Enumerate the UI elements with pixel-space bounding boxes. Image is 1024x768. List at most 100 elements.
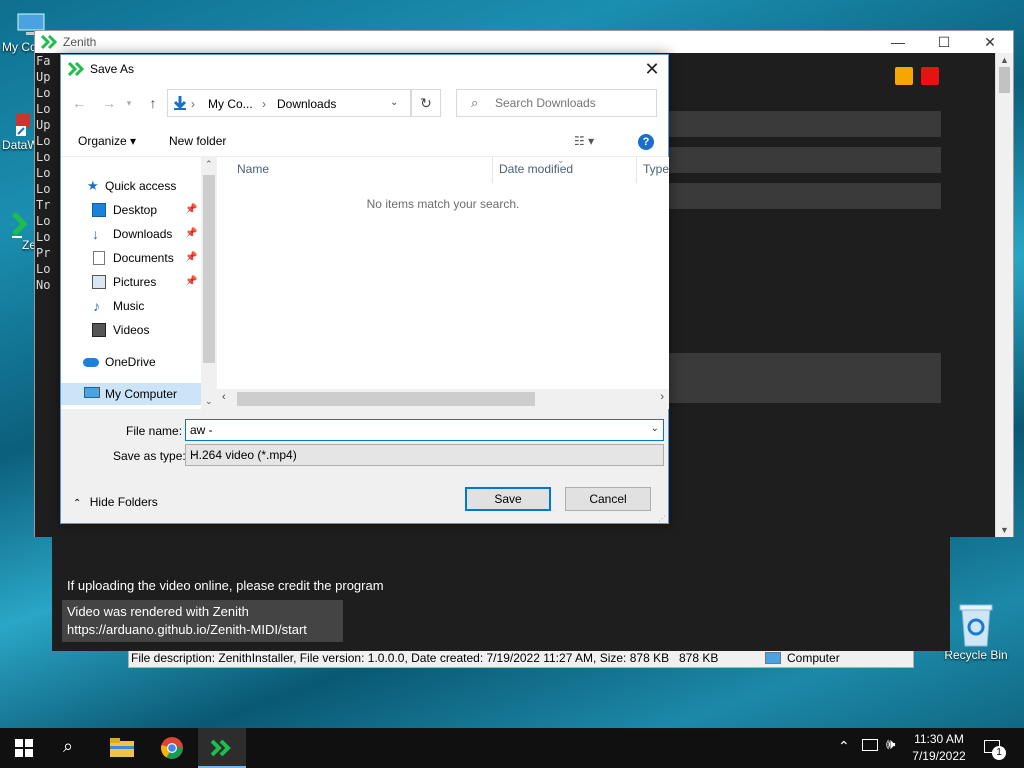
- breadcrumb-item[interactable]: My Co...: [208, 97, 253, 111]
- scroll-right-icon[interactable]: ›: [660, 391, 664, 403]
- location-label: Computer: [787, 651, 840, 665]
- scroll-up-icon[interactable]: ▲: [1000, 55, 1009, 65]
- desktop-icon-label: Recycle Bin: [944, 648, 1008, 662]
- nav-item-downloads[interactable]: ↓ Downloads 📌: [61, 223, 201, 245]
- scroll-down-icon[interactable]: ▼: [1000, 525, 1009, 535]
- scroll-down-icon[interactable]: ⌄: [205, 396, 213, 407]
- desktop-icon-recycle-bin[interactable]: Recycle Bin: [944, 602, 1008, 662]
- pin-icon: 📌: [185, 276, 198, 287]
- orange-color-button[interactable]: [895, 67, 913, 85]
- refresh-button[interactable]: ↻: [411, 89, 441, 117]
- column-separator[interactable]: [636, 157, 637, 183]
- zenith-taskbar-button[interactable]: [198, 728, 246, 768]
- scroll-thumb[interactable]: [203, 175, 215, 363]
- hide-folders-toggle[interactable]: ⌃ Hide Folders: [73, 495, 158, 509]
- nav-item-my-computer[interactable]: My Computer: [61, 383, 201, 405]
- zenith-scrollbar[interactable]: ▲ ▼: [995, 53, 1013, 537]
- scroll-thumb[interactable]: [237, 392, 535, 406]
- file-list-scrollbar[interactable]: ‹ ›: [217, 389, 669, 409]
- minimize-button[interactable]: —: [875, 31, 921, 53]
- clock-date: 7/19/2022: [912, 749, 966, 763]
- recycle-bin-icon: [959, 604, 993, 647]
- organize-button[interactable]: Organize ▾: [78, 134, 136, 148]
- nav-item-videos[interactable]: Videos: [61, 319, 201, 341]
- tray-chevron-up-icon[interactable]: ⌃: [838, 738, 850, 755]
- maximize-button[interactable]: ☐: [921, 31, 967, 53]
- star-icon: ★: [87, 178, 99, 193]
- navigation-pane: ★ Quick access Desktop 📌 ↓ Downloads 📌 D…: [61, 157, 217, 409]
- chevron-down-icon[interactable]: ⌄: [390, 97, 398, 108]
- downloads-folder-icon: [173, 96, 187, 110]
- search-input[interactable]: [495, 96, 645, 110]
- cloud-icon: [83, 358, 99, 367]
- zenith-title: Zenith: [63, 35, 97, 49]
- chevron-down-icon[interactable]: ⌄: [190, 448, 659, 459]
- chrome-taskbar-button[interactable]: [148, 728, 196, 768]
- network-icon[interactable]: [862, 739, 878, 751]
- column-header-name[interactable]: Name: [237, 162, 269, 176]
- file-name-input[interactable]: [190, 423, 630, 437]
- computer-icon: [765, 652, 781, 664]
- cancel-button[interactable]: Cancel: [565, 487, 651, 511]
- file-name-field[interactable]: ⌄: [185, 419, 664, 441]
- notification-count-badge: 1: [992, 746, 1006, 760]
- notification-center-button[interactable]: 1: [982, 738, 1006, 760]
- nav-item-documents[interactable]: Documents 📌: [61, 247, 201, 269]
- nav-item-desktop[interactable]: Desktop 📌: [61, 199, 201, 221]
- computer-icon: [84, 387, 100, 398]
- search-button[interactable]: ⌕: [48, 728, 96, 768]
- dialog-title-bar[interactable]: Save As ✕: [61, 55, 668, 85]
- resize-grip-icon[interactable]: ⋰: [658, 514, 666, 523]
- scroll-thumb[interactable]: [999, 67, 1010, 93]
- dialog-close-button[interactable]: ✕: [642, 59, 662, 79]
- file-list[interactable]: Name ⌄ Date modified Type No items match…: [217, 155, 669, 409]
- recent-locations-icon[interactable]: ▾: [119, 98, 139, 109]
- settings-bar[interactable]: [667, 183, 941, 209]
- up-arrow-icon[interactable]: ↑: [143, 95, 163, 111]
- column-separator[interactable]: [492, 157, 493, 183]
- nav-item-quick-access[interactable]: ★ Quick access: [61, 175, 201, 197]
- help-button[interactable]: ?: [638, 134, 654, 150]
- desktop-folder-icon: [92, 203, 106, 217]
- log-line: Fa: [36, 54, 51, 68]
- file-explorer-taskbar-button[interactable]: [98, 728, 146, 768]
- settings-bar[interactable]: [667, 111, 941, 137]
- save-as-type-select[interactable]: H.264 video (*.mp4) ⌄: [185, 444, 664, 466]
- search-icon: ⌕: [471, 95, 479, 110]
- search-icon: ⌕: [63, 736, 74, 756]
- scroll-up-icon[interactable]: ⌃: [205, 159, 213, 170]
- new-folder-button[interactable]: New folder: [169, 134, 226, 148]
- file-description: File description: ZenithInstaller, File …: [131, 651, 670, 665]
- address-bar[interactable]: › My Co... › Downloads ⌄: [167, 89, 411, 117]
- file-name-label: File name:: [126, 424, 183, 438]
- background-explorer-details: File description: ZenithInstaller, File …: [128, 648, 914, 668]
- close-button[interactable]: ✕: [967, 31, 1013, 53]
- breadcrumb-item[interactable]: Downloads: [277, 97, 336, 111]
- search-box[interactable]: ⌕: [456, 89, 657, 117]
- nav-item-pictures[interactable]: Pictures 📌: [61, 271, 201, 293]
- scroll-left-icon[interactable]: ‹: [222, 391, 226, 403]
- volume-icon[interactable]: 🕪: [886, 736, 895, 753]
- start-button[interactable]: [0, 728, 48, 768]
- column-header-type[interactable]: Type: [643, 162, 669, 176]
- chevron-down-icon[interactable]: ⌄: [651, 423, 659, 434]
- clock[interactable]: 11:30 AM 7/19/2022: [906, 732, 972, 763]
- save-button[interactable]: Save: [465, 487, 551, 511]
- log-line: Lo: [36, 262, 51, 276]
- view-options-icon[interactable]: ☷ ▾: [574, 134, 594, 148]
- navigation-scrollbar[interactable]: ⌃ ⌄: [201, 157, 217, 409]
- credit-text-box[interactable]: Video was rendered with Zenith https://a…: [62, 600, 343, 642]
- nav-item-music[interactable]: ♪ Music: [61, 295, 201, 317]
- forward-arrow-icon[interactable]: →: [99, 95, 119, 111]
- settings-panel: [667, 353, 941, 403]
- log-line: Up: [36, 70, 51, 84]
- breadcrumb-separator: ›: [262, 97, 266, 111]
- back-arrow-icon[interactable]: ←: [69, 95, 89, 111]
- log-line: Lo: [36, 86, 51, 100]
- red-color-button[interactable]: [921, 67, 939, 85]
- settings-bar[interactable]: [667, 147, 941, 173]
- log-line: No: [36, 278, 51, 292]
- column-header-date-modified[interactable]: Date modified: [499, 162, 573, 176]
- nav-item-onedrive[interactable]: OneDrive: [61, 351, 201, 373]
- zenith-title-bar[interactable]: Zenith — ☐ ✕: [35, 31, 1013, 53]
